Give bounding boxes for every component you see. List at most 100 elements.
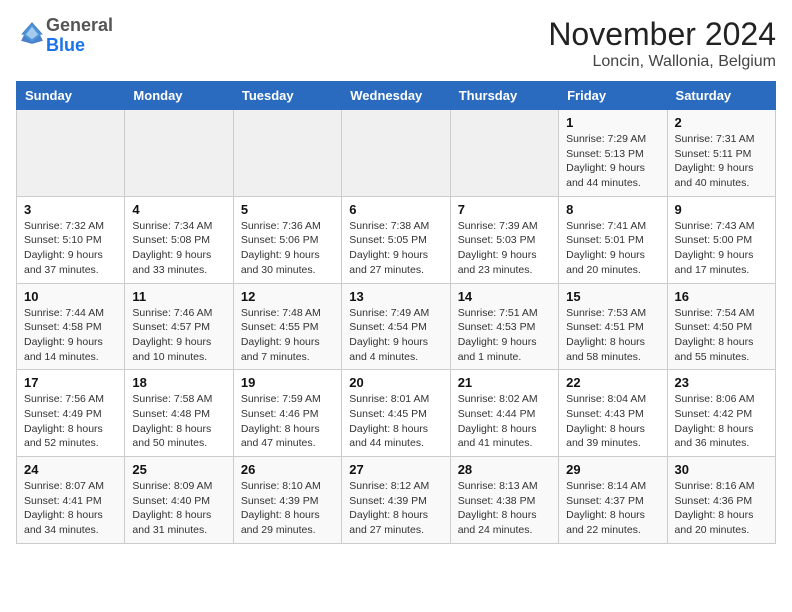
day-info: Sunrise: 7:56 AMSunset: 4:49 PMDaylight:… bbox=[24, 392, 117, 451]
logo: General Blue bbox=[16, 16, 113, 56]
day-number: 2 bbox=[675, 115, 768, 130]
calendar-cell: 13Sunrise: 7:49 AMSunset: 4:54 PMDayligh… bbox=[342, 283, 450, 370]
day-number: 30 bbox=[675, 462, 768, 477]
day-number: 12 bbox=[241, 289, 334, 304]
calendar-week-4: 24Sunrise: 8:07 AMSunset: 4:41 PMDayligh… bbox=[17, 457, 776, 544]
day-number: 26 bbox=[241, 462, 334, 477]
calendar-table: SundayMondayTuesdayWednesdayThursdayFrid… bbox=[16, 81, 776, 544]
day-info: Sunrise: 7:43 AMSunset: 5:00 PMDaylight:… bbox=[675, 219, 768, 278]
day-info: Sunrise: 7:46 AMSunset: 4:57 PMDaylight:… bbox=[132, 306, 225, 365]
logo-general: General bbox=[46, 15, 113, 35]
day-info: Sunrise: 8:09 AMSunset: 4:40 PMDaylight:… bbox=[132, 479, 225, 538]
header-friday: Friday bbox=[559, 82, 667, 110]
calendar-week-0: 1 Sunrise: 7:29 AMSunset: 5:13 PMDaylight… bbox=[17, 110, 776, 197]
day-info: Sunrise: 8:14 AMSunset: 4:37 PMDaylight:… bbox=[566, 479, 659, 538]
day-number: 16 bbox=[675, 289, 768, 304]
logo-icon bbox=[18, 19, 46, 47]
calendar-cell: 21 Sunrise: 8:02 AMSunset: 4:44 PMDayligh… bbox=[450, 370, 558, 457]
calendar-cell: 27Sunrise: 8:12 AMSunset: 4:39 PMDayligh… bbox=[342, 457, 450, 544]
calendar-week-3: 17 Sunrise: 7:56 AMSunset: 4:49 PMDayligh… bbox=[17, 370, 776, 457]
calendar-header-row: SundayMondayTuesdayWednesdayThursdayFrid… bbox=[17, 82, 776, 110]
day-number: 3 bbox=[24, 202, 117, 217]
calendar-cell bbox=[450, 110, 558, 197]
calendar-cell: 18Sunrise: 7:58 AMSunset: 4:48 PMDayligh… bbox=[125, 370, 233, 457]
calendar-cell: 28Sunrise: 8:13 AMSunset: 4:38 PMDayligh… bbox=[450, 457, 558, 544]
day-number: 7 bbox=[458, 202, 551, 217]
day-info: Sunrise: 7:34 AMSunset: 5:08 PMDaylight:… bbox=[132, 219, 225, 278]
calendar-cell: 15 Sunrise: 7:53 AMSunset: 4:51 PMDayligh… bbox=[559, 283, 667, 370]
header-saturday: Saturday bbox=[667, 82, 775, 110]
calendar-cell: 25Sunrise: 8:09 AMSunset: 4:40 PMDayligh… bbox=[125, 457, 233, 544]
day-number: 4 bbox=[132, 202, 225, 217]
day-info: Sunrise: 7:44 AMSunset: 4:58 PMDaylight:… bbox=[24, 306, 117, 365]
calendar-cell: 20 Sunrise: 8:01 AMSunset: 4:45 PMDayligh… bbox=[342, 370, 450, 457]
calendar-cell: 6Sunrise: 7:38 AMSunset: 5:05 PMDaylight… bbox=[342, 196, 450, 283]
header-monday: Monday bbox=[125, 82, 233, 110]
header-thursday: Thursday bbox=[450, 82, 558, 110]
calendar-cell: 2 Sunrise: 7:31 AMSunset: 5:11 PMDaylight… bbox=[667, 110, 775, 197]
day-number: 22 bbox=[566, 375, 659, 390]
calendar-cell: 14 Sunrise: 7:51 AMSunset: 4:53 PMDayligh… bbox=[450, 283, 558, 370]
month-title: November 2024 bbox=[548, 16, 776, 53]
calendar-cell: 29 Sunrise: 8:14 AMSunset: 4:37 PMDayligh… bbox=[559, 457, 667, 544]
calendar-cell: 23 Sunrise: 8:06 AMSunset: 4:42 PMDayligh… bbox=[667, 370, 775, 457]
day-number: 10 bbox=[24, 289, 117, 304]
calendar-cell bbox=[17, 110, 125, 197]
logo-text: General Blue bbox=[46, 16, 113, 56]
calendar-cell: 19Sunrise: 7:59 AMSunset: 4:46 PMDayligh… bbox=[233, 370, 341, 457]
calendar-cell: 7 Sunrise: 7:39 AMSunset: 5:03 PMDaylight… bbox=[450, 196, 558, 283]
day-number: 17 bbox=[24, 375, 117, 390]
calendar-cell: 1 Sunrise: 7:29 AMSunset: 5:13 PMDaylight… bbox=[559, 110, 667, 197]
day-info: Sunrise: 8:02 AMSunset: 4:44 PMDaylight:… bbox=[458, 392, 551, 451]
day-info: Sunrise: 8:06 AMSunset: 4:42 PMDaylight:… bbox=[675, 392, 768, 451]
day-number: 14 bbox=[458, 289, 551, 304]
calendar-cell: 22 Sunrise: 8:04 AMSunset: 4:43 PMDayligh… bbox=[559, 370, 667, 457]
day-number: 24 bbox=[24, 462, 117, 477]
logo-blue: Blue bbox=[46, 35, 85, 55]
day-number: 27 bbox=[349, 462, 442, 477]
calendar-week-1: 3 Sunrise: 7:32 AMSunset: 5:10 PMDaylight… bbox=[17, 196, 776, 283]
day-number: 23 bbox=[675, 375, 768, 390]
calendar-cell: 24Sunrise: 8:07 AMSunset: 4:41 PMDayligh… bbox=[17, 457, 125, 544]
calendar-cell: 30 Sunrise: 8:16 AMSunset: 4:36 PMDayligh… bbox=[667, 457, 775, 544]
day-number: 19 bbox=[241, 375, 334, 390]
page-header: General Blue November 2024 Loncin, Wallo… bbox=[16, 16, 776, 71]
day-info: Sunrise: 7:39 AMSunset: 5:03 PMDaylight:… bbox=[458, 219, 551, 278]
calendar-cell bbox=[233, 110, 341, 197]
day-info: Sunrise: 8:04 AMSunset: 4:43 PMDaylight:… bbox=[566, 392, 659, 451]
calendar-cell: 10 Sunrise: 7:44 AMSunset: 4:58 PMDayligh… bbox=[17, 283, 125, 370]
calendar-cell: 5Sunrise: 7:36 AMSunset: 5:06 PMDaylight… bbox=[233, 196, 341, 283]
day-info: Sunrise: 7:54 AMSunset: 4:50 PMDaylight:… bbox=[675, 306, 768, 365]
day-number: 21 bbox=[458, 375, 551, 390]
day-number: 9 bbox=[675, 202, 768, 217]
day-number: 13 bbox=[349, 289, 442, 304]
calendar-cell: 11 Sunrise: 7:46 AMSunset: 4:57 PMDayligh… bbox=[125, 283, 233, 370]
calendar-week-2: 10 Sunrise: 7:44 AMSunset: 4:58 PMDayligh… bbox=[17, 283, 776, 370]
day-info: Sunrise: 7:38 AMSunset: 5:05 PMDaylight:… bbox=[349, 219, 442, 278]
calendar-cell bbox=[342, 110, 450, 197]
day-info: Sunrise: 7:51 AMSunset: 4:53 PMDaylight:… bbox=[458, 306, 551, 365]
day-info: Sunrise: 7:31 AMSunset: 5:11 PMDaylight:… bbox=[675, 132, 768, 191]
day-info: Sunrise: 7:53 AMSunset: 4:51 PMDaylight:… bbox=[566, 306, 659, 365]
day-info: Sunrise: 7:32 AMSunset: 5:10 PMDaylight:… bbox=[24, 219, 117, 278]
day-number: 11 bbox=[132, 289, 225, 304]
day-info: Sunrise: 7:58 AMSunset: 4:48 PMDaylight:… bbox=[132, 392, 225, 451]
calendar-cell: 8Sunrise: 7:41 AMSunset: 5:01 PMDaylight… bbox=[559, 196, 667, 283]
day-number: 15 bbox=[566, 289, 659, 304]
header-sunday: Sunday bbox=[17, 82, 125, 110]
day-info: Sunrise: 8:13 AMSunset: 4:38 PMDaylight:… bbox=[458, 479, 551, 538]
title-area: November 2024 Loncin, Wallonia, Belgium bbox=[548, 16, 776, 71]
day-info: Sunrise: 7:48 AMSunset: 4:55 PMDaylight:… bbox=[241, 306, 334, 365]
day-number: 1 bbox=[566, 115, 659, 130]
day-info: Sunrise: 7:29 AMSunset: 5:13 PMDaylight:… bbox=[566, 132, 659, 191]
day-info: Sunrise: 8:16 AMSunset: 4:36 PMDaylight:… bbox=[675, 479, 768, 538]
day-number: 8 bbox=[566, 202, 659, 217]
calendar-cell bbox=[125, 110, 233, 197]
header-wednesday: Wednesday bbox=[342, 82, 450, 110]
calendar-cell: 4 Sunrise: 7:34 AMSunset: 5:08 PMDaylight… bbox=[125, 196, 233, 283]
calendar-cell: 3 Sunrise: 7:32 AMSunset: 5:10 PMDaylight… bbox=[17, 196, 125, 283]
day-number: 29 bbox=[566, 462, 659, 477]
day-info: Sunrise: 8:01 AMSunset: 4:45 PMDaylight:… bbox=[349, 392, 442, 451]
day-number: 20 bbox=[349, 375, 442, 390]
header-tuesday: Tuesday bbox=[233, 82, 341, 110]
